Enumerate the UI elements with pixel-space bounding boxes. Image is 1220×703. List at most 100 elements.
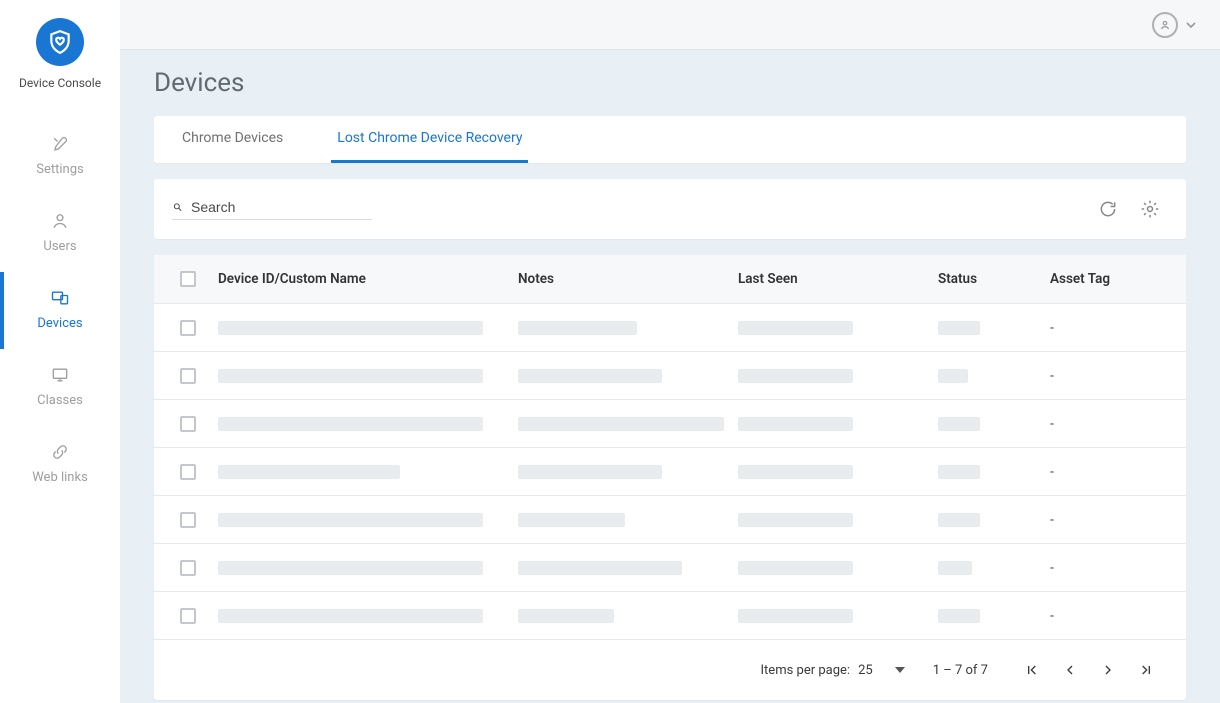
shield-heart-logo — [36, 18, 84, 66]
page-size-select[interactable]: 25 — [858, 663, 905, 678]
placeholder-status — [938, 321, 980, 335]
placeholder-device — [218, 609, 483, 623]
main-column: Devices Chrome Devices Lost Chrome Devic… — [120, 0, 1220, 703]
placeholder-lastseen — [738, 513, 853, 527]
toolbar-panel — [154, 179, 1186, 239]
last-page-button[interactable] — [1130, 654, 1162, 686]
row-checkbox[interactable] — [180, 464, 196, 480]
prev-page-button[interactable] — [1054, 654, 1086, 686]
refresh-icon — [1098, 199, 1118, 219]
tabs: Chrome Devices Lost Chrome Device Recove… — [154, 116, 1186, 163]
placeholder-status — [938, 609, 980, 623]
placeholder-notes — [518, 465, 662, 479]
gear-icon — [1140, 199, 1160, 219]
items-per-page-label: Items per page: — [761, 663, 851, 678]
sidebar-item-classes[interactable]: Classes — [0, 349, 120, 426]
asset-tag-cell: - — [1042, 608, 1186, 624]
pagination: Items per page: 25 1 – 7 of 7 — [154, 639, 1186, 700]
refresh-button[interactable] — [1090, 191, 1126, 227]
column-header-lastseen[interactable]: Last Seen — [730, 271, 930, 287]
avatar — [1152, 12, 1178, 38]
placeholder-device — [218, 513, 483, 527]
table-row[interactable]: - — [154, 399, 1186, 447]
caret-down-icon — [895, 667, 905, 673]
table-row[interactable]: - — [154, 543, 1186, 591]
tab-lost-chrome-device-recovery[interactable]: Lost Chrome Device Recovery — [331, 116, 528, 163]
placeholder-device — [218, 321, 483, 335]
placeholder-status — [938, 369, 968, 383]
placeholder-notes — [518, 513, 625, 527]
next-page-button[interactable] — [1092, 654, 1124, 686]
tabs-panel: Chrome Devices Lost Chrome Device Recove… — [154, 116, 1186, 163]
wrench-icon — [50, 134, 70, 154]
placeholder-lastseen — [738, 369, 853, 383]
sidebar-item-weblinks[interactable]: Web links — [0, 426, 120, 503]
placeholder-lastseen — [738, 417, 853, 431]
user-avatar-icon — [1158, 18, 1172, 32]
table-row[interactable]: - — [154, 303, 1186, 351]
nav: Settings Users Devices Classes — [0, 118, 120, 503]
placeholder-status — [938, 417, 980, 431]
link-icon — [50, 442, 70, 462]
sidebar-item-label: Web links — [32, 470, 88, 485]
device-table: Device ID/Custom Name Notes Last Seen St… — [154, 255, 1186, 639]
page-size-value: 25 — [858, 663, 873, 678]
topbar — [120, 0, 1220, 50]
content-area: Devices Chrome Devices Lost Chrome Devic… — [120, 50, 1220, 703]
asset-tag-cell: - — [1042, 560, 1186, 576]
row-checkbox[interactable] — [180, 416, 196, 432]
chevron-left-icon — [1062, 662, 1078, 678]
chevron-down-icon — [1186, 22, 1196, 28]
asset-tag-cell: - — [1042, 464, 1186, 480]
placeholder-notes — [518, 321, 637, 335]
placeholder-status — [938, 561, 972, 575]
placeholder-device — [218, 369, 483, 383]
placeholder-notes — [518, 417, 724, 431]
placeholder-notes — [518, 561, 682, 575]
row-checkbox[interactable] — [180, 560, 196, 576]
column-header-assettag[interactable]: Asset Tag — [1042, 271, 1186, 287]
search-icon — [172, 199, 183, 215]
app-logo: Device Console — [19, 18, 101, 90]
last-page-icon — [1138, 662, 1154, 678]
column-header-device[interactable]: Device ID/Custom Name — [210, 271, 510, 287]
sidebar-item-settings[interactable]: Settings — [0, 118, 120, 195]
table-row[interactable]: - — [154, 351, 1186, 399]
row-checkbox[interactable] — [180, 512, 196, 528]
asset-tag-cell: - — [1042, 320, 1186, 336]
column-header-notes[interactable]: Notes — [510, 271, 730, 287]
app-name: Device Console — [19, 76, 101, 90]
table-row[interactable]: - — [154, 591, 1186, 639]
monitor-icon — [50, 365, 70, 385]
table-row[interactable]: - — [154, 495, 1186, 543]
search-field[interactable] — [172, 199, 372, 220]
sidebar-item-label: Settings — [36, 162, 83, 177]
sidebar-item-devices[interactable]: Devices — [0, 272, 120, 349]
row-checkbox[interactable] — [180, 368, 196, 384]
first-page-button[interactable] — [1016, 654, 1048, 686]
placeholder-status — [938, 513, 980, 527]
sidebar-item-users[interactable]: Users — [0, 195, 120, 272]
sidebar-item-label: Classes — [37, 393, 83, 408]
page-title: Devices — [154, 68, 1186, 98]
settings-button[interactable] — [1132, 191, 1168, 227]
placeholder-lastseen — [738, 321, 853, 335]
placeholder-device — [218, 417, 483, 431]
sidebar-item-label: Devices — [37, 316, 82, 331]
placeholder-lastseen — [738, 609, 853, 623]
user-menu[interactable] — [1152, 12, 1196, 38]
asset-tag-cell: - — [1042, 368, 1186, 384]
user-icon — [50, 211, 70, 231]
column-header-status[interactable]: Status — [930, 271, 1042, 287]
page-range: 1 – 7 of 7 — [933, 663, 988, 678]
tab-chrome-devices[interactable]: Chrome Devices — [176, 116, 289, 163]
search-input[interactable] — [191, 199, 372, 215]
first-page-icon — [1024, 662, 1040, 678]
device-table-panel: Device ID/Custom Name Notes Last Seen St… — [154, 255, 1186, 700]
placeholder-lastseen — [738, 465, 853, 479]
row-checkbox[interactable] — [180, 608, 196, 624]
table-row[interactable]: - — [154, 447, 1186, 495]
sidebar-item-label: Users — [43, 239, 76, 254]
row-checkbox[interactable] — [180, 320, 196, 336]
select-all-checkbox[interactable] — [180, 271, 196, 287]
